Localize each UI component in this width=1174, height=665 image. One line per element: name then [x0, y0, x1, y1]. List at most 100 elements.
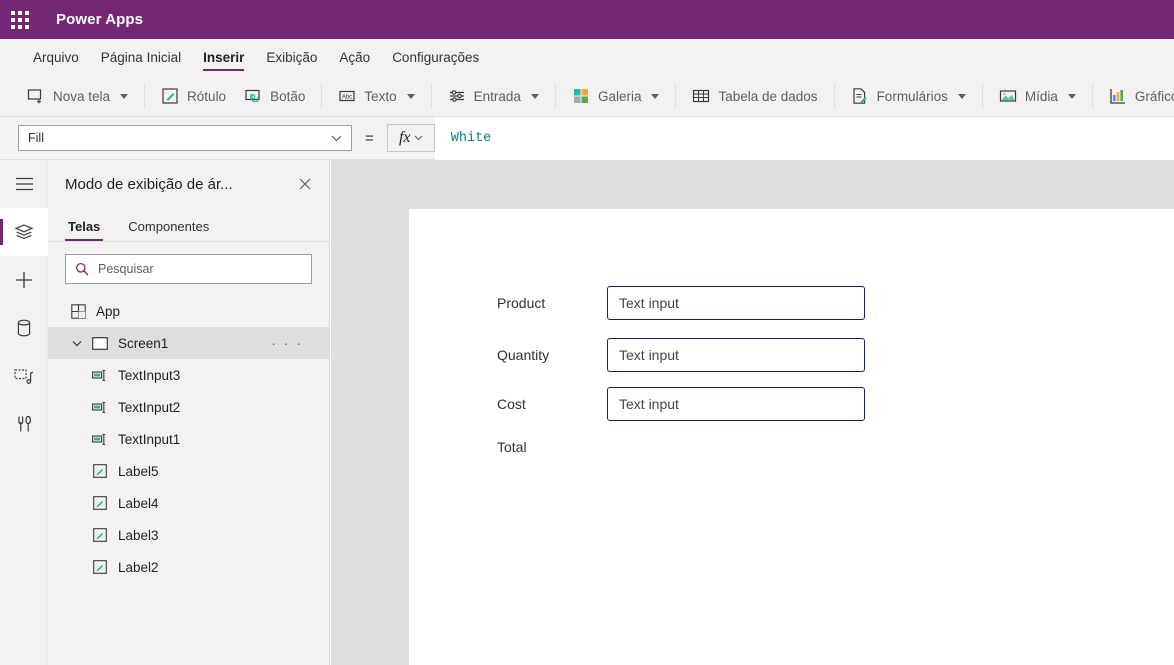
- ribbon-charts-button[interactable]: Gráficos: [1100, 80, 1174, 112]
- ribbon-label: Tabela de dados: [718, 89, 817, 104]
- new-screen-icon: [27, 87, 45, 105]
- tree-list: App Screen1 · · ·: [48, 295, 329, 583]
- label-icon: [88, 528, 112, 542]
- label-icon: [88, 496, 112, 510]
- chevron-down-icon[interactable]: [651, 94, 659, 99]
- ribbon-text-button[interactable]: Abc Texto: [329, 80, 423, 112]
- ribbon-label: Formulários: [877, 89, 948, 104]
- chevron-down-icon: [331, 135, 342, 142]
- ribbon-separator: [675, 83, 676, 109]
- app-launcher-icon[interactable]: [0, 0, 40, 39]
- close-icon[interactable]: [293, 172, 317, 196]
- chevron-down-icon[interactable]: [1068, 94, 1076, 99]
- tree-node-label2[interactable]: Label2: [48, 551, 329, 583]
- text-input-field[interactable]: Text input: [607, 338, 865, 372]
- ribbon-separator: [982, 83, 983, 109]
- form-row-cost: Cost Text input: [497, 387, 865, 421]
- tree-node-label: TextInput3: [118, 368, 180, 383]
- tree-node-label5[interactable]: Label5: [48, 455, 329, 487]
- text-input-icon: [88, 369, 112, 382]
- tree-node-label: TextInput2: [118, 400, 180, 415]
- ribbon-label: Nova tela: [53, 89, 110, 104]
- advanced-tools-icon[interactable]: [0, 400, 48, 448]
- ribbon-input-button[interactable]: Entrada: [439, 80, 548, 112]
- text-input-icon: [88, 433, 112, 446]
- form-row-quantity: Quantity Text input: [497, 338, 865, 372]
- app-icon: [66, 304, 90, 319]
- menu-item-exibicao[interactable]: Exibição: [255, 39, 328, 76]
- ribbon-separator: [431, 83, 432, 109]
- form-row-total: Total: [497, 439, 607, 455]
- ribbon-label: Mídia: [1025, 89, 1058, 104]
- ribbon-label: Botão: [270, 89, 305, 104]
- property-selector-value: Fill: [28, 131, 331, 145]
- tree-node-label: Label4: [118, 496, 159, 511]
- tree-view-icon[interactable]: [0, 208, 48, 256]
- formula-input[interactable]: White: [435, 117, 1174, 160]
- formula-bar: Fill = fx White: [0, 117, 1174, 160]
- screen-icon: [88, 337, 112, 350]
- tree-node-textinput3[interactable]: TextInput3: [48, 359, 329, 391]
- ribbon-label-button[interactable]: Rótulo: [152, 80, 235, 112]
- ribbon-button-button[interactable]: Botão: [235, 80, 314, 112]
- app-canvas[interactable]: Product Text input Quantity Text input C…: [409, 209, 1174, 665]
- chevron-down-icon[interactable]: [531, 94, 539, 99]
- text-input-field[interactable]: Text input: [607, 286, 865, 320]
- text-input-field[interactable]: Text input: [607, 387, 865, 421]
- equals-sign: =: [365, 130, 374, 147]
- search-placeholder: Pesquisar: [98, 262, 154, 276]
- tab-componentes[interactable]: Componentes: [125, 219, 212, 241]
- form-label: Product: [497, 295, 607, 311]
- left-rail: [0, 160, 48, 665]
- svg-text:Abc: Abc: [342, 95, 352, 101]
- ribbon-new-screen-button[interactable]: Nova tela: [18, 80, 137, 112]
- ribbon-data-table-button[interactable]: Tabela de dados: [683, 80, 826, 112]
- chevron-down-icon[interactable]: [958, 94, 966, 99]
- menu-item-pagina-inicial[interactable]: Página Inicial: [90, 39, 192, 76]
- ribbon-separator: [321, 83, 322, 109]
- data-source-icon[interactable]: [0, 304, 48, 352]
- chevron-down-icon[interactable]: [120, 94, 128, 99]
- tree-node-screen1[interactable]: Screen1 · · ·: [48, 327, 329, 359]
- tree-node-textinput1[interactable]: TextInput1: [48, 423, 329, 455]
- search-icon: [75, 262, 89, 276]
- tree-node-app[interactable]: App: [48, 295, 329, 327]
- chevron-down-icon[interactable]: [407, 94, 415, 99]
- media-library-icon[interactable]: [0, 352, 48, 400]
- label-icon: [88, 464, 112, 478]
- tree-node-label4[interactable]: Label4: [48, 487, 329, 519]
- menu-bar: Arquivo Página Inicial Inserir Exibição …: [0, 39, 1174, 76]
- text-icon: Abc: [338, 87, 356, 105]
- search-input[interactable]: Pesquisar: [65, 254, 312, 284]
- ribbon-separator: [834, 83, 835, 109]
- label-icon: [161, 87, 179, 105]
- tree-panel-tabs: Telas Componentes: [48, 208, 329, 242]
- property-selector[interactable]: Fill: [18, 125, 352, 151]
- tree-node-label: Label5: [118, 464, 159, 479]
- menu-item-inserir[interactable]: Inserir: [192, 39, 255, 76]
- button-icon: [244, 87, 262, 105]
- input-icon: [448, 87, 466, 105]
- hamburger-menu-icon[interactable]: [0, 160, 48, 208]
- tree-node-overflow-button[interactable]: · · ·: [271, 336, 303, 350]
- ribbon-gallery-button[interactable]: Galeria: [563, 80, 669, 112]
- chevron-down-icon[interactable]: [66, 340, 88, 347]
- insert-plus-icon[interactable]: [0, 256, 48, 304]
- label-icon: [88, 560, 112, 574]
- forms-icon: [851, 87, 869, 105]
- fx-button[interactable]: fx: [387, 124, 435, 152]
- menu-item-configuracoes[interactable]: Configurações: [381, 39, 490, 76]
- tree-node-label3[interactable]: Label3: [48, 519, 329, 551]
- ribbon-separator: [555, 83, 556, 109]
- tree-node-label: Label2: [118, 560, 159, 575]
- ribbon-label: Entrada: [474, 89, 521, 104]
- tree-panel-title: Modo de exibição de ár...: [65, 176, 293, 193]
- tree-node-textinput2[interactable]: TextInput2: [48, 391, 329, 423]
- charts-icon: [1109, 87, 1127, 105]
- ribbon-forms-button[interactable]: Formulários: [842, 80, 975, 112]
- menu-item-acao[interactable]: Ação: [328, 39, 381, 76]
- data-table-icon: [692, 87, 710, 105]
- tab-telas[interactable]: Telas: [65, 219, 103, 241]
- menu-item-arquivo[interactable]: Arquivo: [22, 39, 90, 76]
- ribbon-media-button[interactable]: Mídia: [990, 80, 1085, 112]
